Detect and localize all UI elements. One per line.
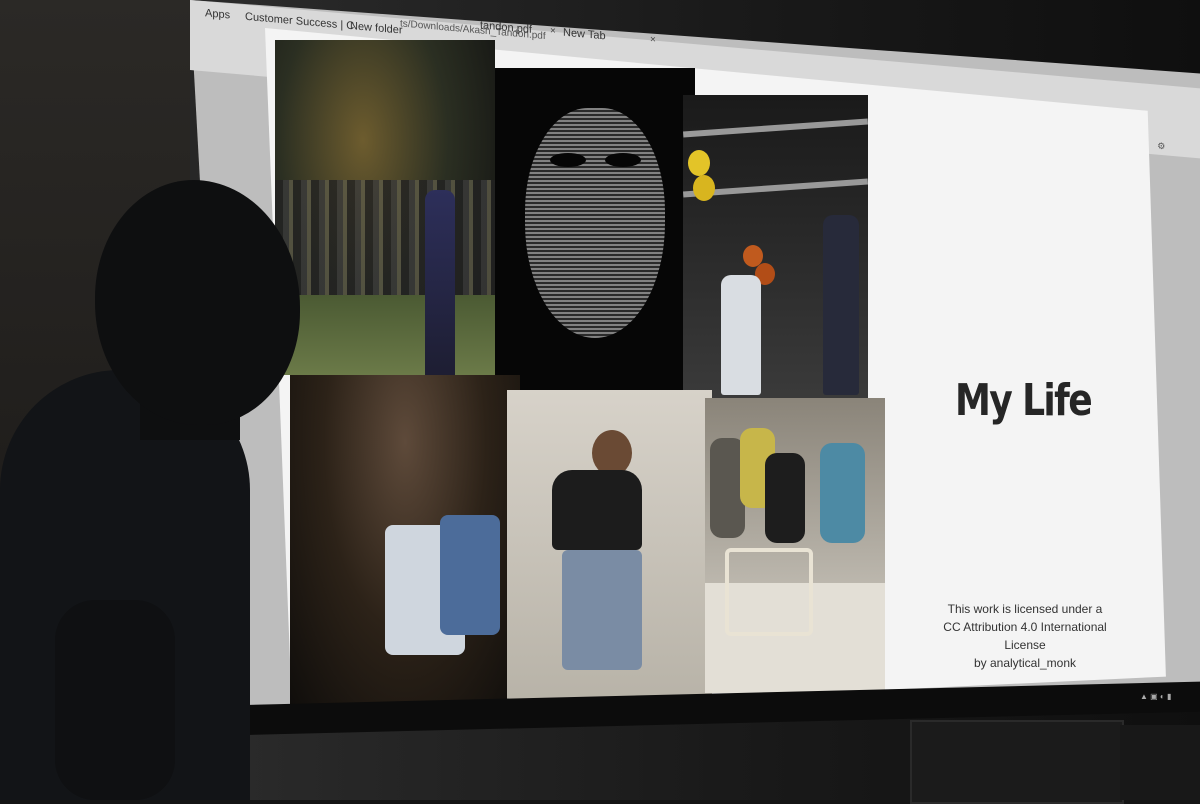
stage-truss xyxy=(683,118,868,138)
student-sitting-photo xyxy=(507,390,712,700)
presenter-arm-silhouette xyxy=(55,600,175,800)
mask-left-eye xyxy=(550,153,586,167)
tab-pdf[interactable]: tandon.pdf xyxy=(480,19,532,42)
monitor xyxy=(910,720,1124,804)
bookmark-apps[interactable]: Apps xyxy=(205,7,230,27)
person-white xyxy=(721,275,761,395)
license-text: This work is licensed under a CC Attribu… xyxy=(925,600,1125,672)
cricket-match-photo xyxy=(275,40,495,375)
person-dark xyxy=(823,215,859,395)
tab-new-tab[interactable]: New Tab xyxy=(563,27,606,49)
mask-face xyxy=(525,108,665,338)
license-line: This work is licensed under a xyxy=(947,602,1103,616)
student-jeans xyxy=(562,550,642,670)
license-line: by analytical_monk xyxy=(973,656,1077,670)
monitor xyxy=(1120,725,1200,800)
slide-title: My Life xyxy=(955,375,1093,426)
group-person xyxy=(765,453,805,543)
close-icon[interactable]: × xyxy=(550,25,556,37)
system-tray[interactable]: ▲ ▣ ◐ ▮ xyxy=(1140,692,1171,701)
license-line: CC Attribution 4.0 International License xyxy=(943,620,1107,652)
person-blue-shirt xyxy=(440,515,500,635)
stage-balloons-photo xyxy=(683,95,868,405)
wooden-frame xyxy=(725,548,813,636)
cricket-player xyxy=(425,190,455,375)
group-photo xyxy=(705,398,885,693)
party-photo xyxy=(290,375,520,710)
crowd xyxy=(275,180,495,310)
student-tshirt xyxy=(552,470,642,550)
field xyxy=(275,295,495,375)
guy-fawkes-mask-photo xyxy=(495,68,695,390)
close-icon[interactable]: × xyxy=(650,34,656,46)
yellow-balloon xyxy=(693,175,715,201)
group-person xyxy=(820,443,865,543)
yellow-balloon xyxy=(688,150,710,176)
mask-right-eye xyxy=(605,153,641,167)
